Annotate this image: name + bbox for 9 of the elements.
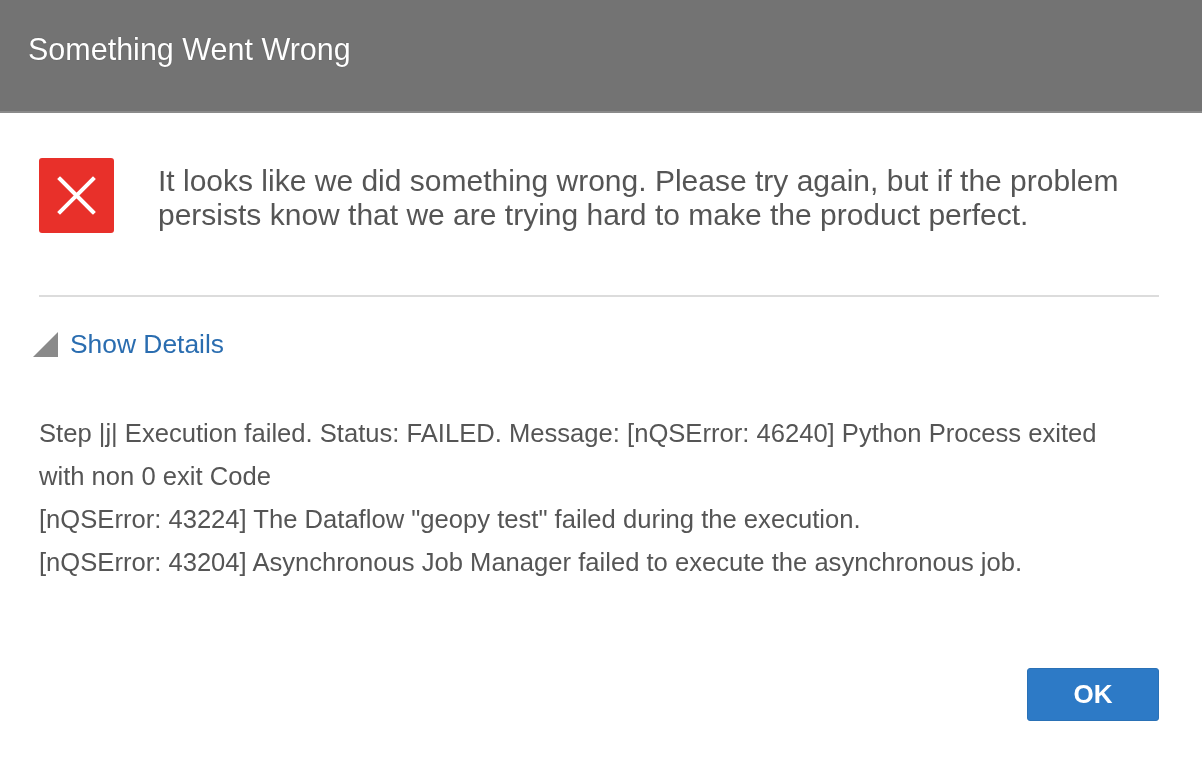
error-detail-text: [nQSError: 43204] Asynchronous Job Manager failed to execute the asynchronous job. xyxy=(39,547,1024,578)
dialog-title: Something Went Wrong xyxy=(28,31,351,68)
disclosure-triangle-icon[interactable] xyxy=(33,331,58,357)
error-icon xyxy=(39,158,114,233)
error-message: It looks like we did something wrong. Please try again, but if the problem persists know that we are trying hard to make the product perfect. xyxy=(158,164,1120,232)
error-detail-text: [nQSError: 43224] The Dataflow "geopy test" failed during the execution. xyxy=(39,504,862,535)
error-detail-text: Step |j| Execution failed. Status: FAILED. Message: [nQSError: 46240] Python Process exited with non 0 exit Code xyxy=(39,418,1098,492)
show-details-link[interactable]: Show Details xyxy=(70,329,224,359)
ok-button[interactable]: OK xyxy=(1027,668,1159,721)
